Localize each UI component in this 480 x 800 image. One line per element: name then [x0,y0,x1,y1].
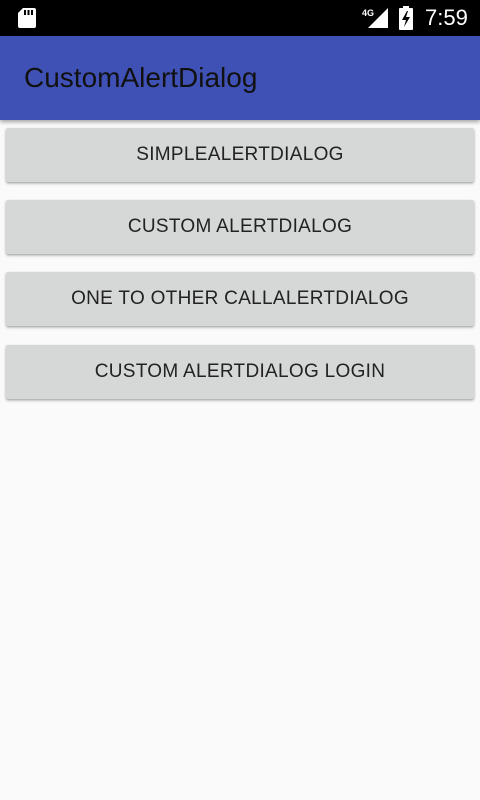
one-to-other-call-alert-dialog-button[interactable]: ONE TO OTHER CALLALERTDIALOG [6,272,474,326]
simple-alert-dialog-button[interactable]: SIMPLEALERTDIALOG [6,128,474,182]
app-bar: CustomAlertDialog [0,36,480,120]
app-title: CustomAlertDialog [24,62,258,93]
network-type-label: 4G [362,8,374,18]
status-bar: 4G 7:59 [0,0,480,36]
cell-signal-icon: 4G [362,8,388,28]
custom-alert-dialog-button[interactable]: CUSTOM ALERTDIALOG [6,200,474,254]
status-clock: 7:59 [425,5,468,30]
sd-card-icon [18,8,36,28]
custom-alert-dialog-login-button[interactable]: CUSTOM ALERTDIALOG LOGIN [6,345,474,399]
battery-charging-icon [399,6,413,30]
